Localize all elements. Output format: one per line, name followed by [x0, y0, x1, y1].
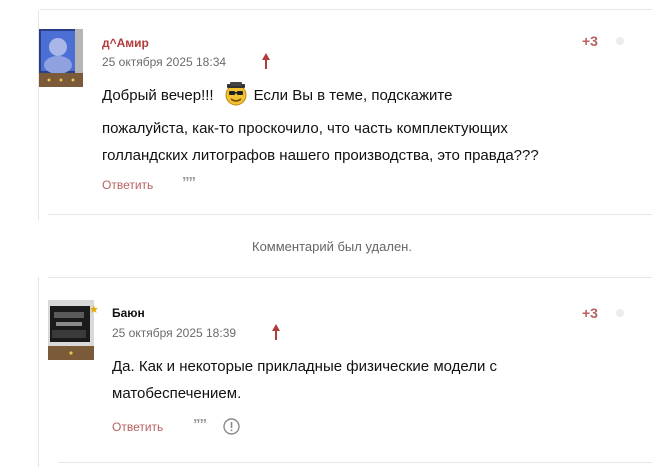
comment-line: матобеспечением.: [112, 385, 242, 402]
comment-author[interactable]: Баюн: [112, 306, 145, 320]
comment-line: Да. Как и некоторые прикладные физически…: [112, 358, 498, 375]
comment-line: Добрый вечер!!! Если Вы в теме, подскажи…: [102, 82, 539, 115]
comment-score: +3: [582, 305, 598, 321]
comment-author[interactable]: д^Амир: [102, 36, 149, 50]
comment-divider-2: [48, 277, 652, 278]
bottom-divider: [58, 462, 652, 463]
reply-button[interactable]: Ответить: [112, 420, 163, 434]
comment-date[interactable]: 25 октября 2025 18:39: [112, 326, 236, 340]
quote-icon[interactable]: ””: [193, 416, 207, 433]
avatar[interactable]: [39, 29, 83, 87]
arrow-up-icon[interactable]: [261, 52, 271, 70]
report-icon[interactable]: [223, 418, 240, 435]
vote-dot[interactable]: [616, 309, 624, 317]
comment-line: пожалуйста, как-то проскочило, что часть…: [102, 120, 508, 137]
comment-line: голландских литографов нашего производст…: [102, 147, 539, 164]
comment-text: Добрый вечер!!! Если Вы в теме, подскажи…: [102, 82, 539, 169]
deleted-comment-notice: Комментарий был удален.: [252, 239, 412, 254]
comment-text: Да. Как и некоторые прикладные физически…: [112, 353, 497, 407]
avatar[interactable]: [48, 300, 94, 360]
star-icon: ★: [89, 304, 99, 316]
comment-divider-1: [48, 214, 652, 215]
comment-score: +3: [582, 33, 598, 49]
top-divider: [40, 9, 652, 10]
quote-icon[interactable]: ””: [182, 174, 196, 191]
vote-dot[interactable]: [616, 37, 624, 45]
reply-button[interactable]: Ответить: [102, 178, 153, 192]
comment-date[interactable]: 25 октября 2025 18:34: [102, 55, 226, 69]
arrow-up-icon[interactable]: [271, 323, 281, 341]
sunglasses-smiley-icon: [224, 82, 248, 115]
thread-line-2: [38, 277, 39, 467]
